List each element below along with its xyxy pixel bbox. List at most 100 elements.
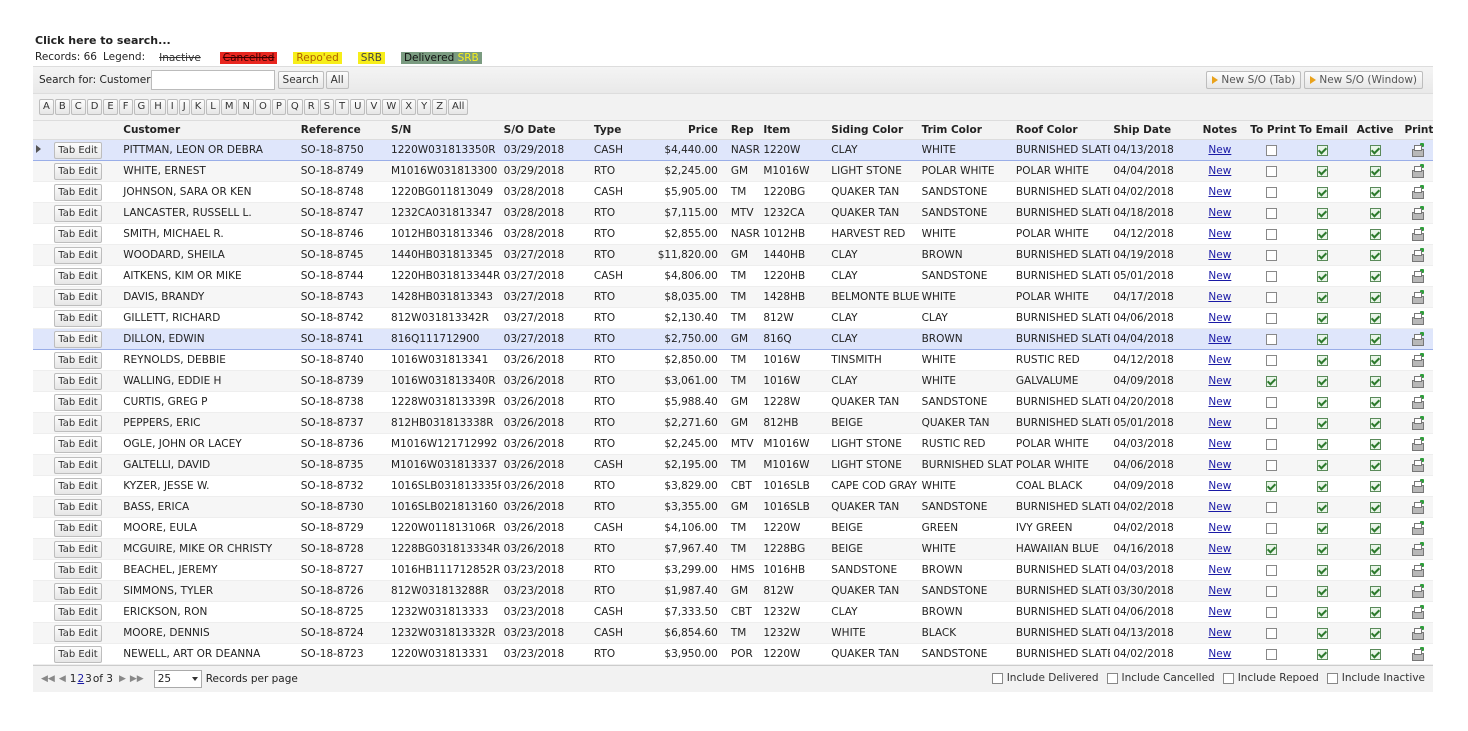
to-email-checkbox[interactable] xyxy=(1316,186,1328,198)
alpha-button-f[interactable]: F xyxy=(118,99,133,115)
table-row[interactable]: Tab Edit BEACHEL, JEREMY SO-18-8727 1016HB1… xyxy=(33,559,1433,581)
to-email-checkbox[interactable] xyxy=(1316,207,1328,219)
note-new-link[interactable]: New xyxy=(1208,606,1231,618)
note-new-link[interactable]: New xyxy=(1208,543,1231,555)
alpha-button-t[interactable]: T xyxy=(335,99,350,115)
active-checkbox[interactable] xyxy=(1369,144,1381,156)
printer-icon[interactable] xyxy=(1411,542,1425,556)
to-print-checkbox[interactable] xyxy=(1266,417,1278,429)
note-new-link[interactable]: New xyxy=(1208,165,1231,177)
to-email-checkbox[interactable] xyxy=(1316,564,1328,576)
printer-icon[interactable] xyxy=(1411,521,1425,535)
table-row[interactable]: Tab Edit WHITE, ERNEST SO-18-8749 M1016W031… xyxy=(33,160,1433,182)
alpha-button-k[interactable]: K xyxy=(190,99,206,115)
active-checkbox[interactable] xyxy=(1369,333,1381,345)
tab-edit-button[interactable]: Tab Edit xyxy=(54,141,102,159)
to-email-checkbox[interactable] xyxy=(1316,165,1328,177)
printer-icon[interactable] xyxy=(1411,584,1425,598)
active-checkbox[interactable] xyxy=(1369,648,1381,660)
search-all-button[interactable]: All xyxy=(325,71,349,89)
active-checkbox[interactable] xyxy=(1369,480,1381,492)
printer-icon[interactable] xyxy=(1411,269,1425,283)
note-new-link[interactable]: New xyxy=(1208,585,1231,597)
to-print-checkbox[interactable] xyxy=(1266,606,1278,618)
to-email-checkbox[interactable] xyxy=(1316,543,1328,555)
tab-edit-button[interactable]: Tab Edit xyxy=(54,435,102,453)
tab-edit-button[interactable]: Tab Edit xyxy=(54,225,102,243)
table-row[interactable]: Tab Edit PITTMAN, LEON OR DEBRA SO-18-8750… xyxy=(33,139,1433,161)
alpha-button-m[interactable]: M xyxy=(220,99,238,115)
col-to-print[interactable]: To Print xyxy=(1247,121,1296,140)
printer-icon[interactable] xyxy=(1411,500,1425,514)
table-row[interactable]: Tab Edit SIMMONS, TYLER SO-18-8726 812W0318… xyxy=(33,580,1433,602)
active-checkbox[interactable] xyxy=(1369,165,1381,177)
table-row[interactable]: Tab Edit WOODARD, SHEILA SO-18-8745 1440HB0… xyxy=(33,244,1433,266)
active-checkbox[interactable] xyxy=(1369,501,1381,513)
note-new-link[interactable]: New xyxy=(1208,312,1231,324)
alpha-button-n[interactable]: N xyxy=(238,99,254,115)
include-inactive-checkbox[interactable] xyxy=(1326,672,1338,684)
active-checkbox[interactable] xyxy=(1369,270,1381,282)
col-siding-color[interactable]: Siding Color xyxy=(828,121,919,140)
table-row[interactable]: Tab Edit DAVIS, BRANDY SO-18-8743 1428HB031… xyxy=(33,286,1433,308)
tab-edit-button[interactable]: Tab Edit xyxy=(54,540,102,558)
to-print-checkbox[interactable] xyxy=(1266,312,1278,324)
note-new-link[interactable]: New xyxy=(1208,417,1231,429)
table-row[interactable]: Tab Edit ERICKSON, RON SO-18-8725 1232W0318… xyxy=(33,601,1433,623)
active-checkbox[interactable] xyxy=(1369,186,1381,198)
printer-icon[interactable] xyxy=(1411,479,1425,493)
tab-edit-button[interactable]: Tab Edit xyxy=(54,519,102,537)
active-checkbox[interactable] xyxy=(1369,522,1381,534)
note-new-link[interactable]: New xyxy=(1208,480,1231,492)
printer-icon[interactable] xyxy=(1411,248,1425,262)
table-row[interactable]: Tab Edit CURTIS, GREG P SO-18-8738 1228W031… xyxy=(33,391,1433,413)
page-link-1[interactable]: 1 xyxy=(70,673,77,685)
active-checkbox[interactable] xyxy=(1369,459,1381,471)
to-print-checkbox[interactable] xyxy=(1266,543,1278,555)
col-item[interactable]: Item xyxy=(760,121,829,140)
alpha-button-i[interactable]: I xyxy=(166,99,178,115)
tab-edit-button[interactable]: Tab Edit xyxy=(54,393,102,411)
tab-edit-button[interactable]: Tab Edit xyxy=(54,330,102,348)
to-print-checkbox[interactable] xyxy=(1266,396,1278,408)
table-row[interactable]: Tab Edit MOORE, DENNIS SO-18-8724 1232W0318… xyxy=(33,622,1433,644)
note-new-link[interactable]: New xyxy=(1208,291,1231,303)
printer-icon[interactable] xyxy=(1411,395,1425,409)
note-new-link[interactable]: New xyxy=(1208,333,1231,345)
to-print-checkbox[interactable] xyxy=(1266,249,1278,261)
note-new-link[interactable]: New xyxy=(1208,144,1231,156)
tab-edit-button[interactable]: Tab Edit xyxy=(54,603,102,621)
to-print-checkbox[interactable] xyxy=(1266,522,1278,534)
table-row[interactable]: Tab Edit GALTELLI, DAVID SO-18-8735 M1016W0… xyxy=(33,454,1433,476)
new-so-window-button[interactable]: New S/O (Window) xyxy=(1304,71,1423,89)
active-checkbox[interactable] xyxy=(1369,312,1381,324)
alpha-button-l[interactable]: L xyxy=(206,99,220,115)
col-print[interactable]: Print xyxy=(1401,121,1433,140)
tab-edit-button[interactable]: Tab Edit xyxy=(54,372,102,390)
tab-edit-button[interactable]: Tab Edit xyxy=(54,309,102,327)
alpha-button-g[interactable]: G xyxy=(133,99,150,115)
col-trim-color[interactable]: Trim Color xyxy=(918,121,1013,140)
printer-icon[interactable] xyxy=(1411,626,1425,640)
to-email-checkbox[interactable] xyxy=(1316,648,1328,660)
tab-edit-button[interactable]: Tab Edit xyxy=(54,414,102,432)
col-customer[interactable]: Customer xyxy=(120,121,298,140)
note-new-link[interactable]: New xyxy=(1208,270,1231,282)
to-print-checkbox[interactable] xyxy=(1266,585,1278,597)
active-checkbox[interactable] xyxy=(1369,291,1381,303)
active-checkbox[interactable] xyxy=(1369,543,1381,555)
tab-edit-button[interactable]: Tab Edit xyxy=(54,351,102,369)
printer-icon[interactable] xyxy=(1411,185,1425,199)
col-active[interactable]: Active xyxy=(1348,121,1402,140)
printer-icon[interactable] xyxy=(1411,311,1425,325)
tab-edit-button[interactable]: Tab Edit xyxy=(54,645,102,663)
note-new-link[interactable]: New xyxy=(1208,207,1231,219)
page-link-2[interactable]: 2 xyxy=(77,673,84,685)
active-checkbox[interactable] xyxy=(1369,417,1381,429)
to-email-checkbox[interactable] xyxy=(1316,144,1328,156)
to-email-checkbox[interactable] xyxy=(1316,312,1328,324)
note-new-link[interactable]: New xyxy=(1208,249,1231,261)
col-reference[interactable]: Reference xyxy=(297,121,389,140)
include-repoed-checkbox[interactable] xyxy=(1222,672,1234,684)
to-print-checkbox[interactable] xyxy=(1266,144,1278,156)
